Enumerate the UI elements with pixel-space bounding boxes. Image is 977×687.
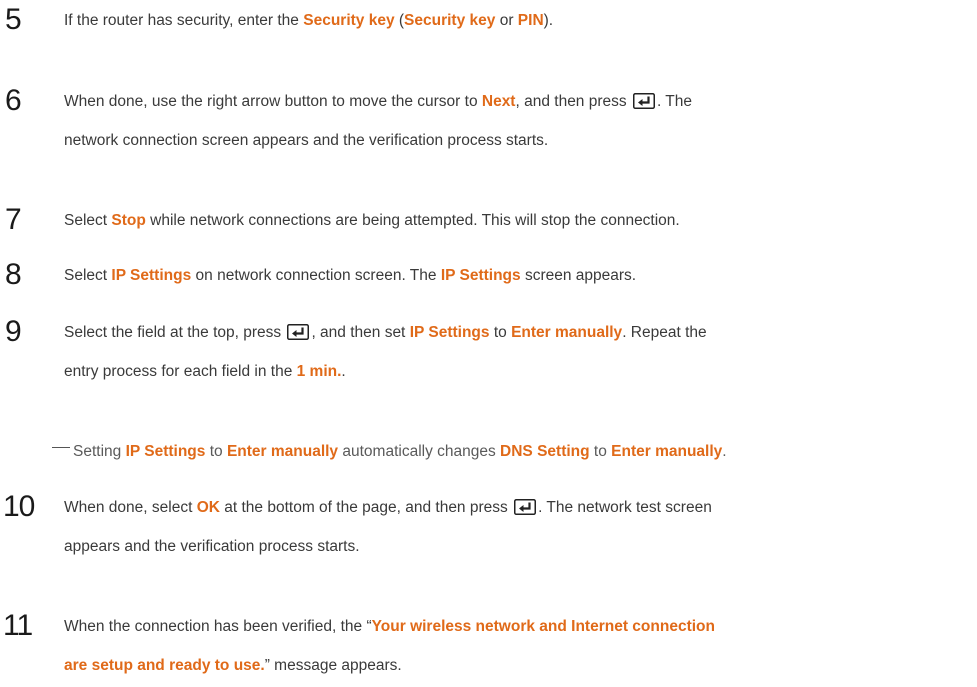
step-number: 8	[5, 258, 22, 291]
step-text: Select IP Settings on network connection…	[64, 256, 974, 295]
step-text: When the connection has been verified, t…	[64, 607, 974, 685]
text-run: , and then set	[311, 324, 410, 341]
enter-key-icon	[632, 93, 655, 109]
text-run: .	[722, 443, 727, 460]
text-run: When done, select	[64, 499, 197, 516]
text-run: ” message appears.	[264, 657, 402, 674]
text-run: , and then press	[515, 93, 631, 110]
text-run: to	[489, 324, 512, 341]
text-run: network connection screen appears and th…	[64, 132, 549, 149]
text-run: to	[589, 443, 612, 460]
highlight-term: Security key	[404, 12, 496, 29]
text-run: When the connection has been verified, t…	[64, 618, 372, 635]
text-run: on network connection screen. The	[191, 267, 441, 284]
step-text: Select Stop while network connections ar…	[64, 201, 974, 240]
enter-key-icon	[514, 499, 537, 515]
highlight-term: OK	[196, 499, 220, 516]
highlight-term: DNS Setting	[500, 443, 590, 460]
note-dash	[52, 446, 70, 448]
highlight-term: Stop	[111, 212, 146, 229]
note: Setting IP Settings to Enter manually au…	[52, 443, 727, 461]
step-number: 6	[5, 84, 22, 117]
text-run: Setting	[73, 443, 126, 460]
text-run: at the bottom of the page, and then pres…	[219, 499, 513, 516]
highlight-term: Enter manually	[511, 324, 623, 341]
highlight-term: Your wireless network and Internet conne…	[371, 618, 715, 635]
highlight-term: IP Settings	[409, 324, 490, 341]
highlight-term: 1 min.	[296, 363, 342, 380]
text-run: Select	[64, 267, 112, 284]
text-run: or	[495, 12, 518, 29]
text-run: .	[341, 363, 346, 380]
text-run: entry process for each field in the	[64, 363, 297, 380]
text-run: ).	[543, 12, 554, 29]
enter-key-icon	[287, 324, 310, 340]
text-run: . Repeat the	[622, 324, 707, 341]
step-number: 5	[5, 3, 22, 36]
text-run: Select	[64, 212, 112, 229]
step-number: 7	[5, 203, 22, 236]
text-run: appears and the verification process sta…	[64, 538, 360, 555]
text-run: (	[394, 12, 405, 29]
highlight-term: are setup and ready to use.	[64, 657, 265, 674]
highlight-term: Enter manually	[226, 443, 339, 460]
text-run: automatically changes	[338, 443, 501, 460]
highlight-term: PIN	[517, 12, 544, 29]
highlight-term: Next	[481, 93, 516, 110]
text-run: to	[205, 443, 227, 460]
step-text: Select the field at the top, press , and…	[64, 313, 974, 391]
text-run: screen appears.	[520, 267, 637, 284]
text-run: When done, use the right arrow button to…	[64, 93, 482, 110]
text-run: . The network test screen	[538, 499, 712, 516]
highlight-term: Security key	[303, 12, 395, 29]
highlight-term: IP Settings	[440, 267, 521, 284]
highlight-term: IP Settings	[125, 443, 206, 460]
step-text: When done, use the right arrow button to…	[64, 82, 974, 160]
step-text: When done, select OK at the bottom of th…	[64, 488, 974, 566]
step-number: 10	[3, 490, 35, 523]
step-number: 11	[3, 609, 33, 642]
text-run: . The	[656, 93, 692, 110]
text-run: while network connections are being atte…	[145, 212, 680, 229]
highlight-term: IP Settings	[111, 267, 192, 284]
text-run: Select the field at the top, press	[64, 324, 286, 341]
text-run: If the router has security, enter the	[64, 12, 304, 29]
step-number: 9	[5, 315, 22, 348]
highlight-term: Enter manually	[611, 443, 723, 460]
step-text: If the router has security, enter the Se…	[64, 1, 974, 40]
